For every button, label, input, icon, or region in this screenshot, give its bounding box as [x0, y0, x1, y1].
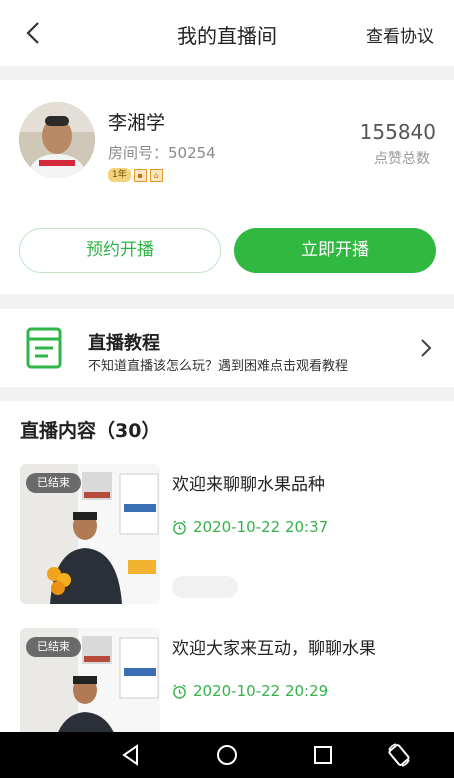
video-thumbnail[interactable]: 已结束: [20, 464, 160, 604]
document-icon: [26, 327, 62, 369]
avatar-image: [19, 102, 95, 178]
list-item[interactable]: 已结束 欢迎大家来互动，聊聊水果 2020-10-22 20:29: [0, 628, 454, 732]
likes-label: 点赞总数: [374, 151, 430, 167]
item-time: 2020-10-22 20:29: [172, 682, 328, 700]
room-number: 房间号：50254: [108, 144, 216, 162]
user-name: 李湘学: [108, 112, 166, 134]
video-thumbnail[interactable]: 已结束: [20, 628, 160, 732]
avatar: [19, 102, 95, 178]
tutorial-description: 不知道直播该怎么玩？遇到困难点击观看教程: [88, 359, 349, 374]
list-item[interactable]: 已结束 欢迎来聊聊水果品种 2020-10-22 20:37: [0, 464, 454, 614]
item-title: 欢迎大家来互动，聊聊水果: [172, 639, 376, 659]
item-title: 欢迎来聊聊水果品种: [172, 475, 325, 495]
top-bar: 我的直播间 查看协议: [0, 0, 454, 66]
live-content-section: 直播内容（30） 已结束 欢迎来聊聊水果品种 2020-10-22 20:37 …: [0, 401, 454, 732]
nav-back-icon[interactable]: [118, 742, 144, 768]
reserve-live-button[interactable]: 预约开播: [19, 228, 221, 273]
section-title: 直播内容（30）: [20, 420, 161, 442]
status-badge: 已结束: [26, 637, 81, 657]
system-nav-bar: [0, 732, 454, 778]
tutorial-title: 直播教程: [88, 333, 160, 354]
alarm-clock-icon: [173, 683, 186, 699]
likes-count: 155840: [359, 120, 436, 144]
rotate-screen-icon[interactable]: [386, 742, 412, 768]
view-agreement-link[interactable]: 查看协议: [366, 22, 434, 47]
level-badge: 1年: [108, 168, 131, 182]
item-time: 2020-10-22 20:37: [172, 518, 328, 536]
start-live-button[interactable]: 立即开播: [234, 228, 436, 273]
badge-square-icon: ▪: [133, 168, 147, 182]
badge-home-icon: ⌂: [149, 168, 163, 182]
nav-recents-icon[interactable]: [310, 742, 336, 768]
alarm-clock-icon: [173, 519, 186, 535]
blurred-tag: [172, 576, 238, 598]
nav-home-icon[interactable]: [214, 742, 240, 768]
profile-card: 李湘学 房间号：50254 1年 ▪ ⌂ 155840 点赞总数 预约开播 立即…: [0, 80, 454, 294]
tutorial-row[interactable]: 直播教程 不知道直播该怎么玩？遇到困难点击观看教程: [0, 309, 454, 387]
item-time-text: 2020-10-22 20:37: [193, 518, 329, 536]
status-badge: 已结束: [26, 473, 81, 493]
user-badges: 1年 ▪ ⌂: [108, 168, 163, 182]
item-time-text: 2020-10-22 20:29: [193, 682, 329, 700]
chevron-right-icon: [421, 339, 432, 357]
